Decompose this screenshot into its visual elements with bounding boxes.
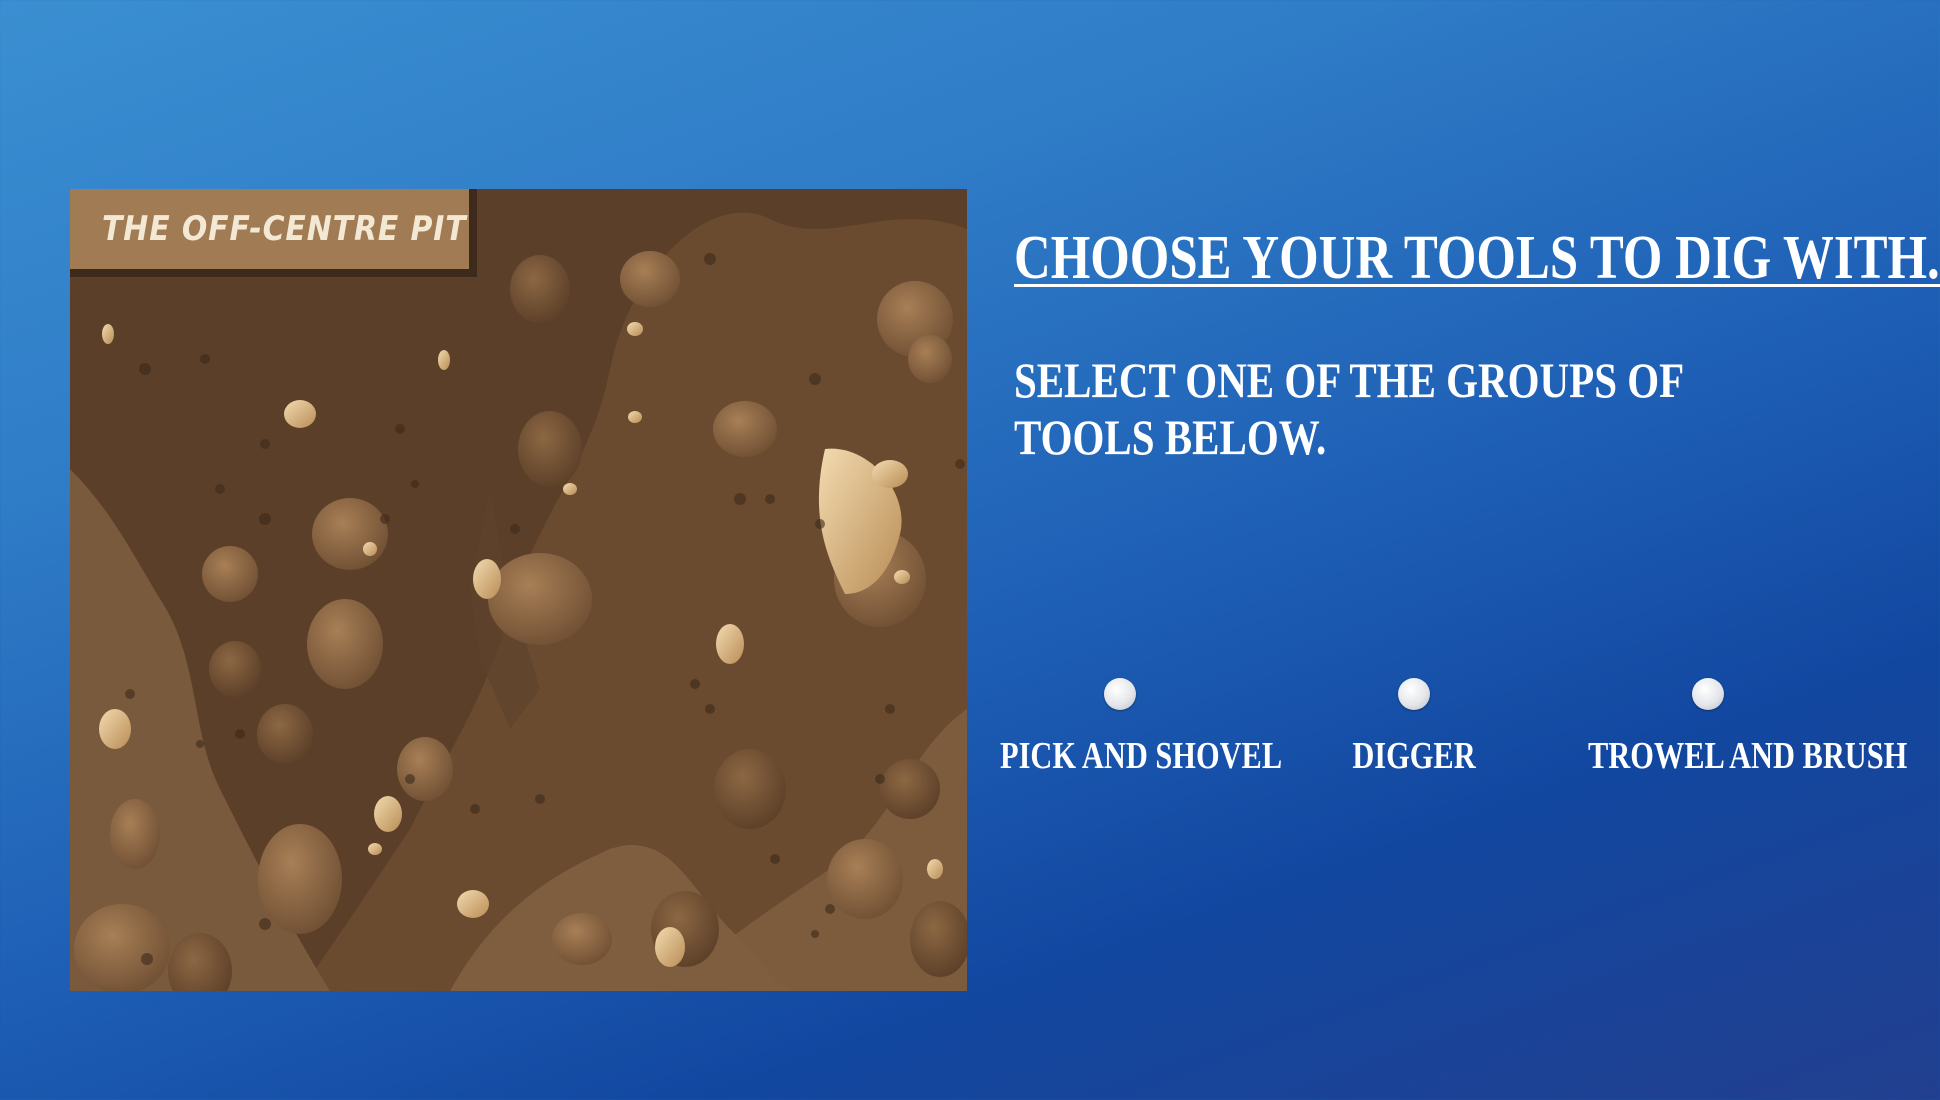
soil-illustration bbox=[70, 189, 967, 991]
trowel-and-brush-label[interactable]: TROWEL AND BRUSH bbox=[1588, 734, 1907, 778]
tool-option-pick-and-shovel[interactable]: PICK AND SHOVEL bbox=[990, 676, 1282, 786]
trowel-and-brush-radio[interactable] bbox=[1692, 678, 1724, 710]
tool-group-options: PICK AND SHOVEL DIGGER TROWEL AND BRUSH bbox=[990, 676, 1907, 786]
instruction-text: SELECT ONE OF THE GROUPS OF TOOLS BELOW. bbox=[1014, 352, 1683, 465]
page-heading: CHOOSE YOUR TOOLS TO DIG WITH... bbox=[1014, 224, 1940, 292]
pit-name-text: THE OFF-CENTRE PIT bbox=[102, 209, 467, 249]
game-screen: THE OFF-CENTRE PIT CHOOSE YOUR TOOLS TO … bbox=[0, 0, 1940, 1100]
tool-option-digger[interactable]: DIGGER bbox=[1284, 676, 1544, 786]
pick-and-shovel-radio[interactable] bbox=[1104, 678, 1136, 710]
dig-site-image: THE OFF-CENTRE PIT bbox=[70, 189, 967, 991]
digger-label[interactable]: DIGGER bbox=[1294, 734, 1534, 778]
tool-option-trowel-and-brush[interactable]: TROWEL AND BRUSH bbox=[1578, 676, 1907, 786]
digger-radio[interactable] bbox=[1398, 678, 1430, 710]
pit-name-sign: THE OFF-CENTRE PIT bbox=[70, 189, 477, 277]
pick-and-shovel-label[interactable]: PICK AND SHOVEL bbox=[1000, 734, 1282, 778]
